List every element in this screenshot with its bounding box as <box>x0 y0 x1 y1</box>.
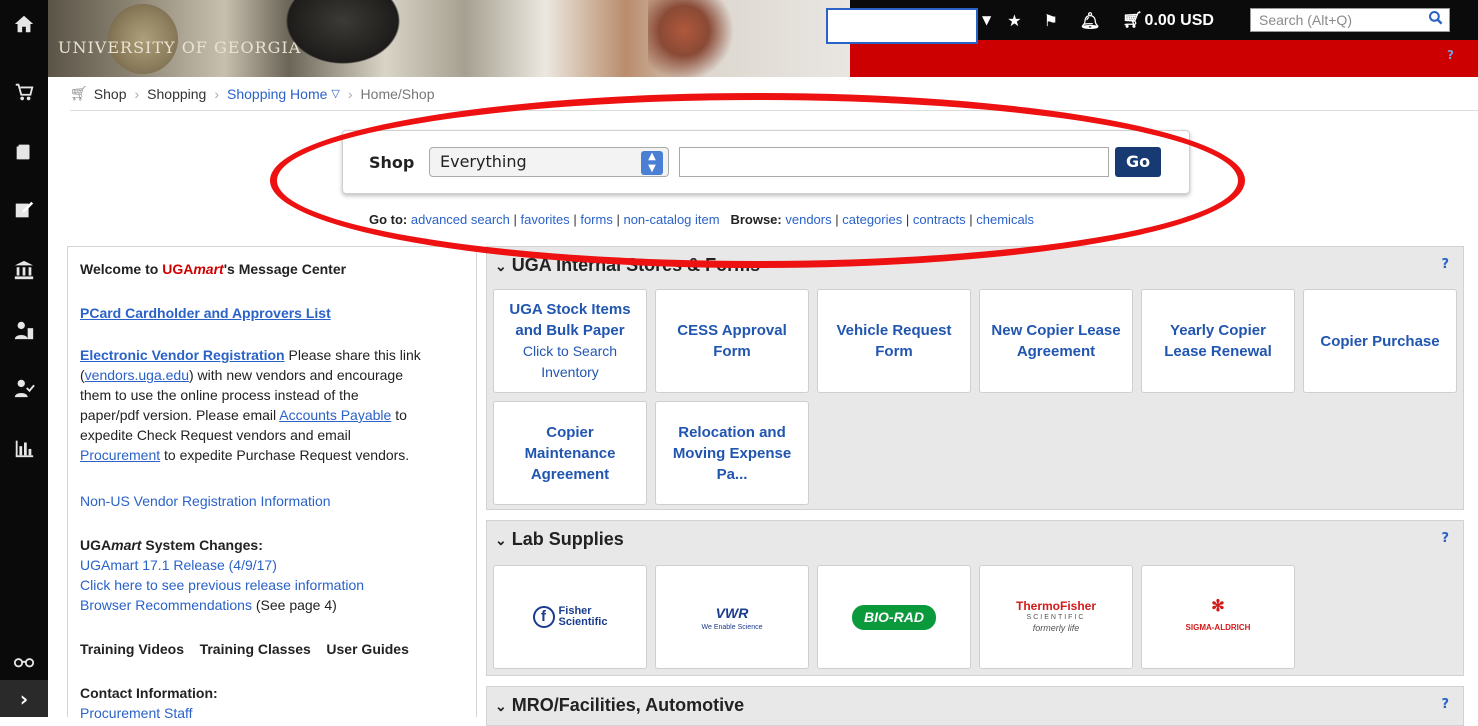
procurement-staff-link[interactable]: Procurement Staff <box>80 703 193 723</box>
procurement-link[interactable]: Procurement <box>80 447 160 463</box>
reports-icon[interactable] <box>0 428 48 468</box>
chapel-bell-image <box>278 0 408 70</box>
browser-recommendations-line: Browser Recommendations (See page 4) <box>80 597 337 613</box>
vendor-thermofisher[interactable]: ThermoFisher SCIENTIFIC formerly life <box>979 565 1133 669</box>
dropdown-caret-icon[interactable]: ▼ <box>982 13 991 27</box>
section-help-icon[interactable]: ? <box>1441 697 1449 712</box>
section-help-icon[interactable]: ? <box>1441 531 1449 546</box>
tile-cess-approval[interactable]: CESS Approval Form <box>655 289 809 393</box>
red-brand-bar <box>850 40 1478 77</box>
vwr-logo: VWR We Enable Science <box>701 604 763 631</box>
cart-icon-small: 🛒︎ <box>1122 12 1143 29</box>
tile-new-copier-lease[interactable]: New Copier Lease Agreement <box>979 289 1133 393</box>
chevron-down-icon[interactable]: ⌄ <box>495 532 507 548</box>
autumn-tree-image <box>648 0 738 77</box>
system-changes-title: UGAmart System Changes: <box>80 537 263 553</box>
section-help-icon[interactable]: ? <box>1441 257 1449 272</box>
thermofisher-logo: ThermoFisher SCIENTIFIC formerly life <box>1015 598 1096 633</box>
edit-icon[interactable] <box>0 190 48 230</box>
pcard-link[interactable]: PCard Cardholder and Approvers List <box>80 303 331 323</box>
accounts-payable-link[interactable]: Accounts Payable <box>279 407 391 423</box>
training-links: Training Videos Training Classes User Gu… <box>80 639 409 659</box>
vendor-fisher-scientific[interactable]: f Fisher Scientific <box>493 565 647 669</box>
breadcrumb-shop[interactable]: Shop <box>94 86 127 102</box>
search-icon[interactable] <box>1428 10 1446 28</box>
training-classes-link[interactable]: Training Classes <box>200 641 311 657</box>
bank-icon[interactable] <box>0 250 48 290</box>
chevron-down-icon[interactable]: ⌄ <box>495 698 507 714</box>
tile-copier-purchase[interactable]: Copier Purchase <box>1303 289 1457 393</box>
tile-relocation-moving[interactable]: Relocation and Moving Expense Pa... <box>655 401 809 505</box>
vendor-registration-text: Electronic Vendor Registration Please sh… <box>80 347 421 463</box>
release-link[interactable]: UGAmart 17.1 Release <box>80 557 225 573</box>
global-search-input[interactable]: Search (Alt+Q) <box>1250 8 1450 32</box>
section-internal-stores: ⌄ UGA Internal Stores & Forms ? UGA Stoc… <box>486 246 1464 510</box>
vendors-uga-link[interactable]: vendors.uga.edu <box>85 367 189 383</box>
breadcrumb-shopping-home[interactable]: Shopping Home <box>227 86 327 102</box>
cart-icon: 🛒︎ <box>70 85 88 101</box>
flag-icon[interactable]: ⚑ <box>1044 11 1058 30</box>
browser-recommendations-link[interactable]: Browser Recommendations <box>80 597 252 613</box>
sigma-aldrich-logo: ✻ SIGMA-ALDRICH <box>1185 598 1251 632</box>
cart-total[interactable]: 🛒︎ 0.00 USD <box>1122 10 1214 30</box>
tile-stock-items[interactable]: UGA Stock Items and Bulk Paper Click to S… <box>493 289 647 393</box>
expand-icon[interactable]: › <box>0 680 48 717</box>
home-icon[interactable] <box>0 4 48 44</box>
message-center-title: Welcome to UGAmart's Message Center <box>80 261 347 277</box>
university-logo-text: UNIVERSITY OF GEORGIA <box>58 38 302 57</box>
chevron-down-icon[interactable]: ▽ <box>331 87 339 100</box>
top-action-icons: ▼ ★ ⚑ 🔔︎ 🛒︎ 0.00 USD <box>982 8 1236 32</box>
campus-banner-image: UNIVERSITY OF GEORGIA <box>48 0 850 77</box>
tile-vehicle-request[interactable]: Vehicle Request Form <box>817 289 971 393</box>
star-icon[interactable]: ★ <box>1007 11 1021 30</box>
non-us-vendor-link[interactable]: Non-US Vendor Registration Information <box>80 491 331 511</box>
left-sidebar: › <box>0 0 48 717</box>
tile-copier-maintenance[interactable]: Copier Maintenance Agreement <box>493 401 647 505</box>
binoculars-icon[interactable] <box>0 640 48 680</box>
organization-selector[interactable] <box>826 8 978 44</box>
section-title[interactable]: ⌄ MRO/Facilities, Automotive <box>495 695 744 716</box>
section-lab-supplies: ⌄ Lab Supplies ? f Fisher Scientific VWR … <box>486 520 1464 676</box>
cart-total-amount: 0.00 USD <box>1144 12 1214 29</box>
vendor-sigma-aldrich[interactable]: ✻ SIGMA-ALDRICH <box>1141 565 1295 669</box>
breadcrumb-current: Home/Shop <box>360 85 435 102</box>
approvals-icon[interactable] <box>0 368 48 408</box>
highlight-oval <box>270 93 1245 268</box>
bell-icon[interactable]: 🔔︎ <box>1080 11 1100 30</box>
documents-icon[interactable] <box>0 132 48 172</box>
vendor-vwr[interactable]: VWR We Enable Science <box>655 565 809 669</box>
training-videos-link[interactable]: Training Videos <box>80 641 184 657</box>
users-icon[interactable] <box>0 310 48 350</box>
fisher-logo: f Fisher Scientific <box>532 606 607 628</box>
help-icon[interactable]: ? <box>1447 48 1454 62</box>
chevron-down-icon[interactable]: ⌄ <box>495 258 507 274</box>
tile-yearly-copier-renewal[interactable]: Yearly Copier Lease Renewal <box>1141 289 1295 393</box>
section-mro-facilities: ⌄ MRO/Facilities, Automotive ? <box>486 686 1464 726</box>
message-center: Welcome to UGAmart's Message Center PCar… <box>67 246 477 721</box>
contact-title: Contact Information: <box>80 685 218 701</box>
previous-release-link[interactable]: Click here to see previous release infor… <box>80 575 364 595</box>
vendor-bio-rad[interactable]: BIO-RAD <box>817 565 971 669</box>
user-guides-link[interactable]: User Guides <box>326 641 408 657</box>
breadcrumb-shopping[interactable]: Shopping <box>147 86 206 102</box>
cart-icon[interactable] <box>0 72 48 112</box>
release-line: UGAmart 17.1 Release (4/9/17) <box>80 557 277 573</box>
section-title[interactable]: ⌄ Lab Supplies <box>495 529 624 550</box>
biorad-logo: BIO-RAD <box>852 604 936 630</box>
electronic-vendor-registration-link[interactable]: Electronic Vendor Registration <box>80 347 285 363</box>
